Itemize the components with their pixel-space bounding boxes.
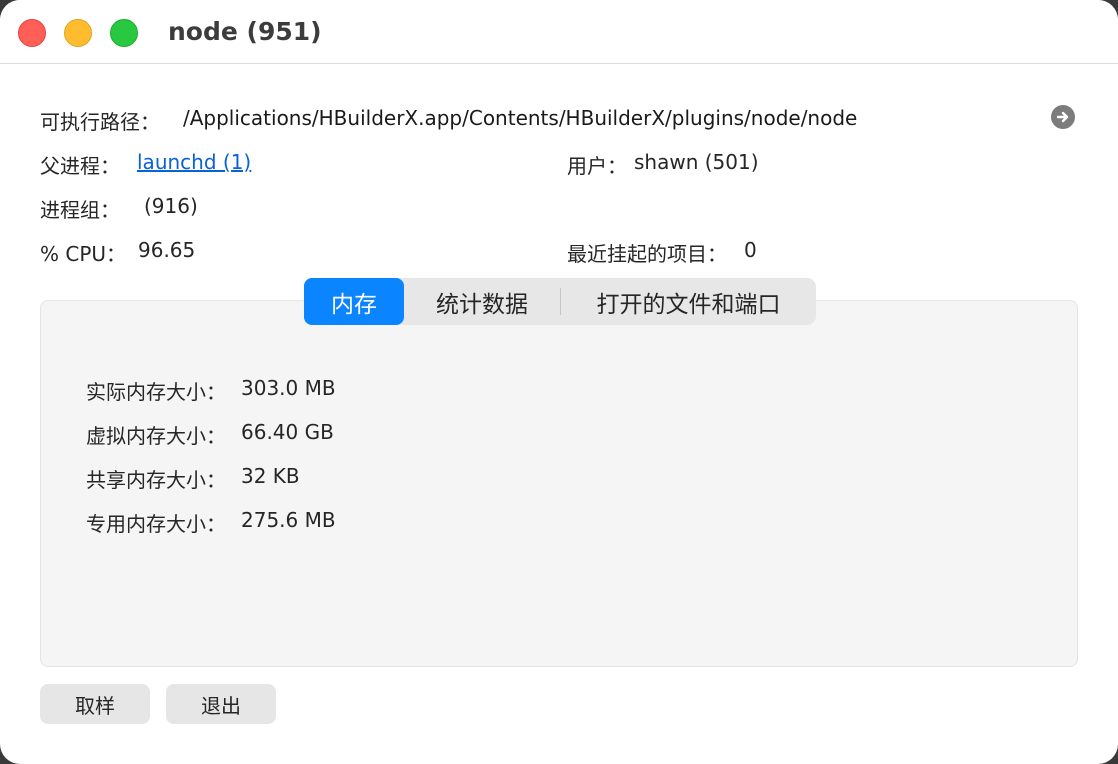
exec-path-label: 可执行路径： [40,110,160,134]
arrow-right-circle-icon[interactable] [1051,105,1075,129]
cpu-label: % CPU： [40,242,127,266]
recent-hangs-value: 0 [744,238,757,262]
user-value: shawn (501) [634,150,759,174]
zoom-window-button[interactable] [110,19,138,47]
process-group-value: (916) [144,194,198,218]
virtual-memory-value: 66.40 GB [241,420,334,444]
quit-button[interactable]: 退出 [166,684,276,724]
titlebar: node (951) [0,0,1118,64]
tab-bar: 内存 统计数据 打开的文件和端口 [304,278,816,325]
tab-memory[interactable]: 内存 [304,278,404,325]
tab-open-files-ports[interactable]: 打开的文件和端口 [561,278,816,325]
private-memory-value: 275.6 MB [241,508,336,532]
user-label: 用户： [567,154,627,178]
private-memory-label: 专用内存大小： [86,512,226,536]
real-memory-label: 实际内存大小： [86,380,226,404]
minimize-window-button[interactable] [64,19,92,47]
virtual-memory-label: 虚拟内存大小： [86,424,226,448]
exec-path-value: /Applications/HBuilderX.app/Contents/HBu… [183,106,858,130]
real-memory-value: 303.0 MB [241,376,336,400]
shared-memory-value: 32 KB [241,464,300,488]
close-window-button[interactable] [18,19,46,47]
shared-memory-label: 共享内存大小： [86,468,226,492]
sample-button[interactable]: 取样 [40,684,150,724]
cpu-value: 96.65 [138,238,196,262]
recent-hangs-label: 最近挂起的项目： [567,242,727,266]
process-info-window: node (951) 可执行路径： /Applications/HBuilder… [0,0,1118,764]
process-group-label: 进程组： [40,198,120,222]
tab-statistics[interactable]: 统计数据 [404,278,560,325]
parent-process-link[interactable]: launchd (1) [137,150,251,174]
window-title: node (951) [168,17,322,46]
parent-process-label: 父进程： [40,154,120,178]
